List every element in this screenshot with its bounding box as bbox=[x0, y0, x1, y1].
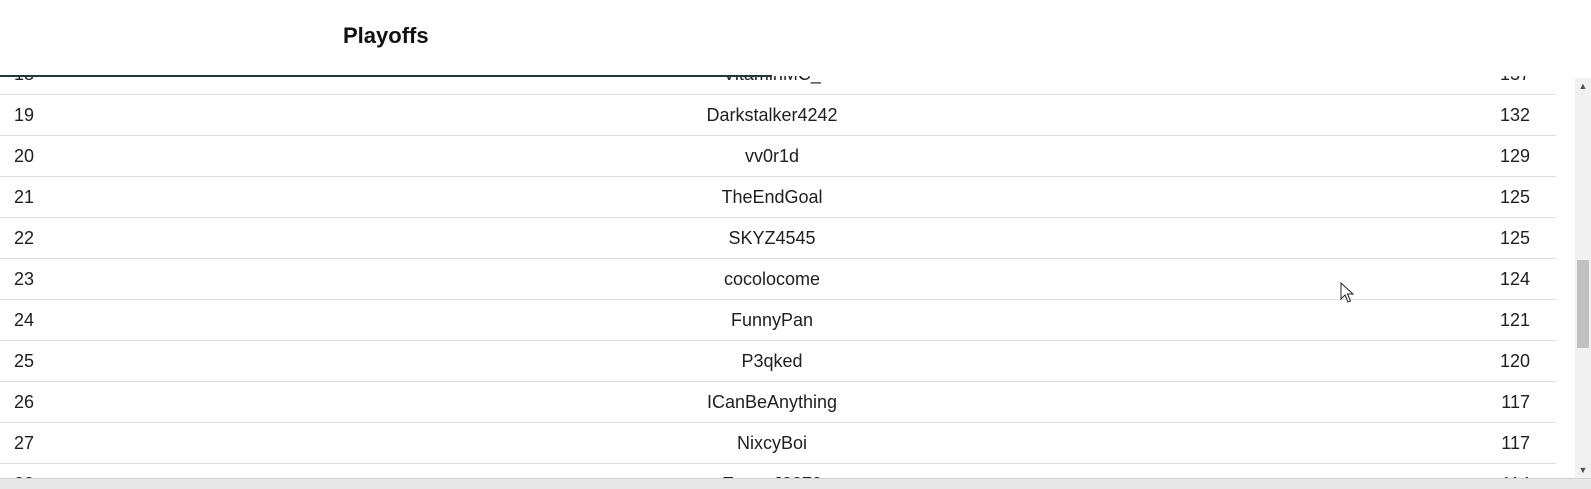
table-row: 24 FunnyPan 121 bbox=[0, 300, 1556, 341]
mouse-cursor-icon bbox=[1340, 282, 1354, 303]
page-header: Playoffs bbox=[0, 0, 1575, 77]
table-row: 25 P3qked 120 bbox=[0, 341, 1556, 382]
player-name-cell: vv0r1d bbox=[744, 146, 800, 166]
player-name-cell: VitaminMC_ bbox=[0, 76, 1544, 85]
score-cell: 132 bbox=[1499, 105, 1530, 125]
horizontal-scrollbar[interactable] bbox=[0, 478, 1591, 489]
player-name-cell: ICanBeAnything bbox=[706, 392, 838, 412]
player-name-cell: FunnyPan bbox=[730, 310, 814, 330]
score-cell: 125 bbox=[1499, 187, 1530, 207]
table-row: 19 Darkstalker4242 132 bbox=[0, 95, 1556, 136]
leaderboard-rows: 18VitaminMC_13719Darkstalker424213220vv0… bbox=[0, 76, 1556, 478]
player-name-cell: P3qked bbox=[741, 351, 803, 371]
table-row: 22 SKYZ4545 125 bbox=[0, 218, 1556, 259]
table-row: 20 vv0r1d 129 bbox=[0, 136, 1556, 177]
score-cell: 120 bbox=[1499, 351, 1530, 371]
scrollbar-thumb[interactable] bbox=[1577, 260, 1589, 348]
scroll-down-arrow-icon[interactable]: ▼ bbox=[1575, 462, 1591, 478]
player-name-cell: TheEndGoal bbox=[721, 187, 823, 207]
score-cell: 129 bbox=[1499, 146, 1530, 166]
score-cell: 117 bbox=[1501, 433, 1530, 453]
score-cell: 125 bbox=[1499, 228, 1530, 248]
vertical-scrollbar[interactable]: ▲ ▼ bbox=[1575, 78, 1591, 478]
table-row: 26 ICanBeAnything 117 bbox=[0, 382, 1556, 423]
header-underline bbox=[0, 75, 772, 77]
page-title: Playoffs bbox=[343, 23, 429, 48]
scroll-up-arrow-icon[interactable]: ▲ bbox=[1575, 78, 1591, 94]
score-cell: 117 bbox=[1501, 392, 1530, 412]
player-name-cell: SKYZ4545 bbox=[728, 228, 816, 248]
table-row: 28EeveeJ3373114 bbox=[0, 464, 1556, 478]
player-name-cell: Darkstalker4242 bbox=[706, 105, 838, 125]
table-row: 27 NixcyBoi 117 bbox=[0, 423, 1556, 464]
player-name-cell: NixcyBoi bbox=[736, 433, 807, 453]
player-name-cell: cocolocome bbox=[723, 269, 821, 289]
score-cell: 124 bbox=[1499, 269, 1530, 289]
score-cell: 137 bbox=[1500, 76, 1530, 85]
score-cell: 121 bbox=[1499, 310, 1530, 330]
table-row: 18VitaminMC_137 bbox=[0, 76, 1556, 95]
table-row: 23 cocolocome 124 bbox=[0, 259, 1556, 300]
leaderboard-table[interactable]: 18VitaminMC_13719Darkstalker424213220vv0… bbox=[0, 76, 1556, 478]
table-row: 21 TheEndGoal 125 bbox=[0, 177, 1556, 218]
